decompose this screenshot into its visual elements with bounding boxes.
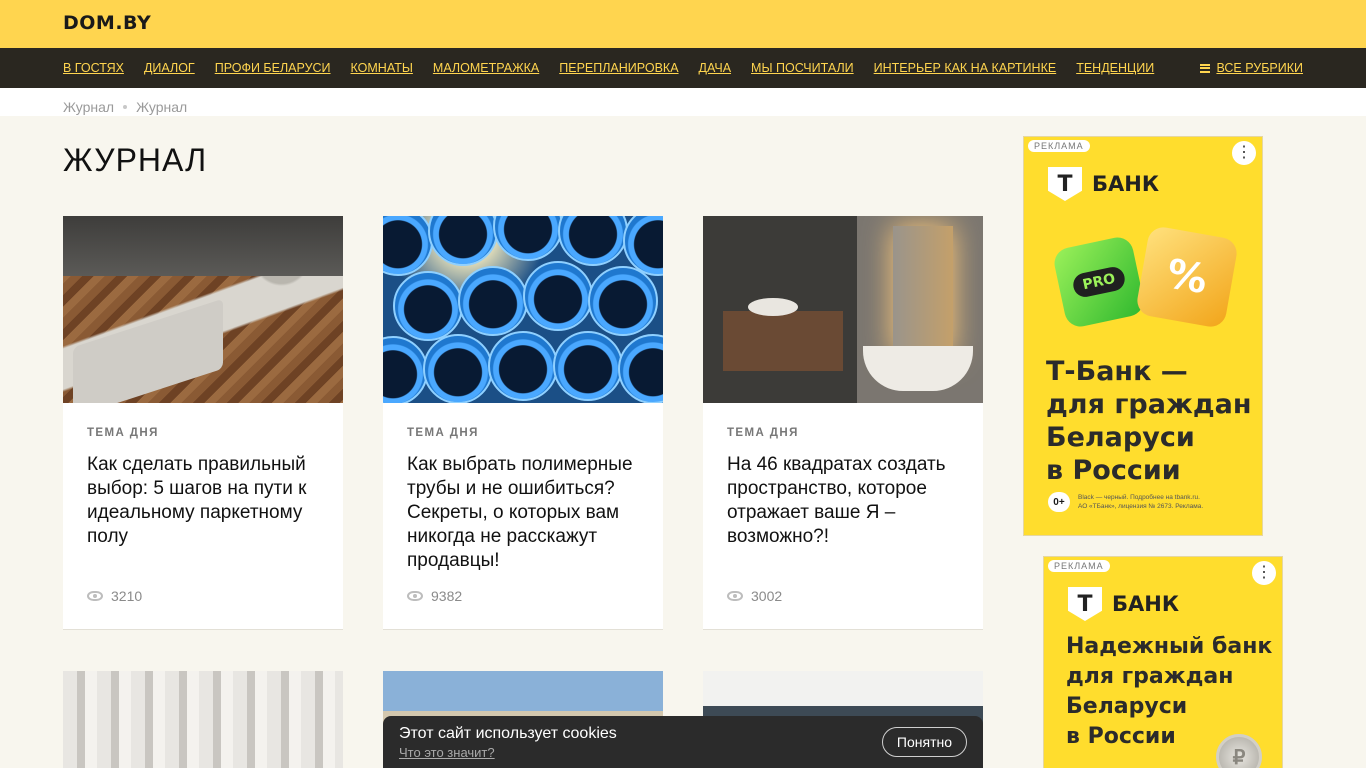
- cookie-accept-button[interactable]: Понятно: [881, 727, 967, 757]
- article-card[interactable]: ТЕМА ДНЯ На 46 квадратах создать простра…: [703, 216, 983, 630]
- nav-item-malometrazhka[interactable]: МАЛОМЕТРАЖКА: [433, 61, 539, 75]
- eye-icon: [407, 591, 423, 601]
- breadcrumb-separator: [123, 105, 128, 109]
- ad-fine-print: Black — черный. Подробнее на tbank.ru. А…: [1078, 494, 1204, 510]
- article-tag: ТЕМА ДНЯ: [87, 427, 159, 439]
- article-views: 9382: [407, 588, 462, 604]
- site-header: DOM.BY: [0, 0, 1366, 48]
- article-image[interactable]: [383, 216, 663, 403]
- article-image[interactable]: [703, 216, 983, 403]
- article-title[interactable]: Как сделать правильный выбор: 5 шагов на…: [87, 453, 319, 549]
- category-nav-list: В ГОСТЯХ ДИАЛОГ ПРОФИ БЕЛАРУСИ КОМНАТЫ М…: [63, 48, 1174, 88]
- cookie-info-link[interactable]: Что это значит?: [399, 745, 495, 760]
- nav-item-my-poschitali[interactable]: МЫ ПОСЧИТАЛИ: [751, 61, 854, 75]
- article-title[interactable]: Как выбрать полимерные трубы и не ошибит…: [407, 453, 639, 573]
- ad-label: РЕКЛАМА: [1028, 140, 1090, 152]
- tbank-shield-icon: Т: [1068, 587, 1102, 621]
- more-options-icon[interactable]: ⋮: [1232, 141, 1256, 165]
- nav-item-profi-belarusi[interactable]: ПРОФИ БЕЛАРУСИ: [215, 61, 331, 75]
- all-rubrics-button[interactable]: ВСЕ РУБРИКИ: [1200, 48, 1303, 88]
- eye-icon: [87, 591, 103, 601]
- tbank-brand: БАНК: [1112, 592, 1179, 616]
- pro-label: PRO: [1070, 264, 1128, 300]
- tbank-brand: БАНК: [1092, 172, 1159, 196]
- eye-icon: [727, 591, 743, 601]
- nav-item-dacha[interactable]: ДАЧА: [699, 61, 732, 75]
- breadcrumb: Журнал Журнал: [63, 99, 187, 115]
- ad-label: РЕКЛАМА: [1048, 560, 1110, 572]
- nav-item-komnaty[interactable]: КОМНАТЫ: [351, 61, 413, 75]
- site-logo[interactable]: DOM.BY: [63, 12, 151, 34]
- more-options-icon[interactable]: ⋮: [1252, 561, 1276, 585]
- ad-banner[interactable]: РЕКЛАМА ⋮ Т БАНК Надежный банк для гражд…: [1043, 556, 1283, 768]
- tbank-shield-icon: Т: [1048, 167, 1082, 201]
- article-image[interactable]: [63, 671, 343, 768]
- age-rating: 0+: [1048, 492, 1070, 512]
- article-tag: ТЕМА ДНЯ: [407, 427, 479, 439]
- breadcrumb-item[interactable]: Журнал: [63, 99, 114, 115]
- nav-item-dialog[interactable]: ДИАЛОГ: [144, 61, 195, 75]
- pro-card-graphic: PRO: [1051, 234, 1147, 330]
- article-views: 3210: [87, 588, 142, 604]
- nav-item-interer[interactable]: ИНТЕРЬЕР КАК НА КАРТИНКЕ: [874, 61, 1057, 75]
- page-title: ЖУРНАЛ: [63, 142, 208, 178]
- menu-icon: [1200, 63, 1211, 73]
- all-rubrics-label: ВСЕ РУБРИКИ: [1216, 61, 1303, 75]
- views-count: 9382: [431, 588, 463, 604]
- category-nav: В ГОСТЯХ ДИАЛОГ ПРОФИ БЕЛАРУСИ КОМНАТЫ М…: [0, 48, 1366, 88]
- ad-headline: Т-Банк — для граждан Беларуси в России: [1046, 356, 1252, 486]
- breadcrumb-current: Журнал: [136, 99, 188, 115]
- views-count: 3002: [751, 588, 783, 604]
- article-title[interactable]: На 46 квадратах создать пространство, ко…: [727, 453, 959, 549]
- percent-card-graphic: %: [1134, 224, 1240, 330]
- breadcrumb-bar: Журнал Журнал: [0, 88, 1366, 116]
- nav-item-tendencii[interactable]: ТЕНДЕНЦИИ: [1076, 61, 1154, 75]
- tbank-logo: Т БАНК: [1048, 167, 1159, 201]
- article-card[interactable]: ТЕМА ДНЯ Как сделать правильный выбор: 5…: [63, 216, 343, 630]
- article-image[interactable]: [63, 216, 343, 403]
- article-tag: ТЕМА ДНЯ: [727, 427, 799, 439]
- article-views: 3002: [727, 588, 782, 604]
- cookie-text: Этот сайт использует cookies: [399, 725, 617, 742]
- nav-item-pereplanirovka[interactable]: ПЕРЕПЛАНИРОВКА: [559, 61, 678, 75]
- cookie-banner: Этот сайт использует cookies Что это зна…: [383, 716, 983, 768]
- tbank-logo: Т БАНК: [1068, 587, 1179, 621]
- views-count: 3210: [111, 588, 143, 604]
- article-card[interactable]: ТЕМА ДНЯ Как выбрать полимерные трубы и …: [383, 216, 663, 630]
- nav-item-v-gostyah[interactable]: В ГОСТЯХ: [63, 61, 124, 75]
- ad-banner[interactable]: РЕКЛАМА ⋮ Т БАНК PRO % Т-Банк — для граж…: [1023, 136, 1263, 536]
